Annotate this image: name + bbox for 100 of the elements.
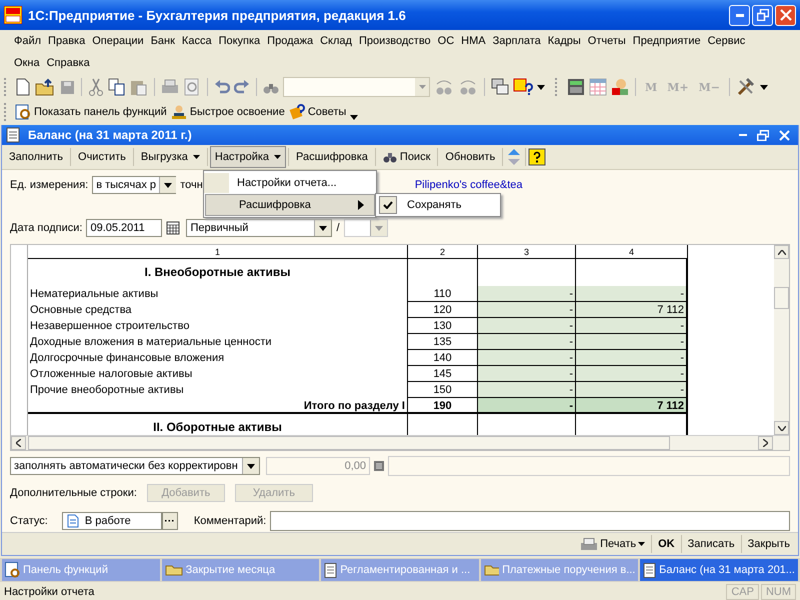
close-icon[interactable] <box>779 130 790 140</box>
footer-button[interactable]: OK <box>654 534 679 554</box>
text-field[interactable] <box>388 456 790 476</box>
caret-icon <box>418 85 426 89</box>
quick-button[interactable]: Быстрое освоение <box>170 104 285 120</box>
column-header: 3 <box>478 245 576 259</box>
menu-item[interactable]: НМА <box>461 32 486 50</box>
new-file-icon[interactable] <box>15 78 31 96</box>
printer-icon[interactable] <box>161 78 179 96</box>
command-button[interactable]: Расшифровка <box>291 146 373 168</box>
open-folder-icon[interactable] <box>35 78 55 96</box>
command-button[interactable]: Обновить <box>440 146 500 168</box>
table-cell: Итого по разделу I <box>28 398 408 414</box>
caret-icon <box>638 542 646 546</box>
table-cell: Отложенные налоговые активы <box>28 366 408 382</box>
unit-select[interactable]: в тысячах р <box>92 176 176 194</box>
caret-icon[interactable] <box>350 114 358 120</box>
menu-option[interactable]: Расшифровка <box>205 194 375 216</box>
footer-button[interactable]: Закрыть <box>744 534 794 554</box>
comment-label: Комментарий: <box>194 515 266 527</box>
command-button[interactable]: Настройка <box>210 146 286 168</box>
menu-item[interactable]: Правка <box>48 32 86 50</box>
help-icon[interactable] <box>528 148 546 166</box>
fill-mode-select[interactable]: заполнять автоматически без корректировн <box>10 457 260 475</box>
table-cell: - <box>478 318 576 334</box>
caret-icon[interactable] <box>760 84 768 90</box>
command-button[interactable]: Очистить <box>73 146 131 168</box>
table-cell: Долгосрочные финансовые вложения <box>28 350 408 366</box>
table-cell: - <box>478 350 576 366</box>
menu-item[interactable]: Файл <box>14 32 42 50</box>
scroll-thumb[interactable] <box>774 287 789 309</box>
choose-button[interactable] <box>162 512 178 530</box>
command-button[interactable]: Выгрузка <box>136 146 205 168</box>
caret-icon[interactable] <box>537 84 545 90</box>
report-icon <box>6 127 22 143</box>
document-icon <box>324 562 338 578</box>
table-cell: - <box>478 334 576 350</box>
restore-button[interactable] <box>752 4 773 26</box>
close-button[interactable] <box>775 4 796 26</box>
unit-label: Ед. измерения: <box>10 179 88 191</box>
minimize-button[interactable] <box>729 4 750 26</box>
extra-rows-label: Дополнительные строки: <box>10 487 137 499</box>
quick-button[interactable]: Советы <box>288 104 346 120</box>
redo-icon[interactable] <box>234 78 250 96</box>
menu-item[interactable]: Окна <box>14 54 40 72</box>
command-button[interactable]: Заполнить <box>4 146 68 168</box>
table-cell: - <box>576 350 688 366</box>
caret-icon <box>374 226 383 230</box>
restore-icon[interactable] <box>757 130 769 140</box>
number-select[interactable] <box>344 219 388 237</box>
tools-icon[interactable] <box>736 78 756 96</box>
menu-item[interactable]: Производство <box>358 32 431 50</box>
key-indicator: CAP <box>726 584 759 600</box>
menu-item[interactable]: Справка <box>46 54 90 72</box>
status-text: Настройки отчета <box>4 586 96 598</box>
menu-item[interactable]: Операции <box>92 32 144 50</box>
organization-link[interactable]: Pilipenko's coffee&tea <box>414 179 523 191</box>
menu-item[interactable]: Отчеты <box>588 32 626 50</box>
comment-field[interactable] <box>270 511 790 531</box>
caret-icon <box>319 226 328 230</box>
menu-item[interactable]: Склад <box>320 32 352 50</box>
menu-item[interactable]: Банк <box>150 32 175 50</box>
windows-icon[interactable] <box>491 78 509 96</box>
preview-icon[interactable] <box>183 78 201 96</box>
undo-icon[interactable] <box>214 78 230 96</box>
restore-icon <box>756 9 768 21</box>
vertical-scrollbar[interactable] <box>774 245 789 435</box>
menu-item[interactable]: Зарплата <box>492 32 541 50</box>
table-cell: Прочие внеоборотные активы <box>28 382 408 398</box>
calendar-icon[interactable] <box>166 221 180 235</box>
table-cell: - <box>576 366 688 382</box>
taskbar-item[interactable]: Баланс (на 31 марта 201... <box>640 559 798 581</box>
menu-item[interactable]: ОС <box>438 32 454 50</box>
help-icon[interactable] <box>513 78 533 96</box>
menu-option[interactable]: Настройки отчета... <box>204 172 376 194</box>
footer-button[interactable]: Печать <box>576 534 650 554</box>
document-title: Баланс (на 31 марта 2011 г.) <box>28 128 193 142</box>
menu-item[interactable]: Предприятие <box>632 32 701 50</box>
menu-item[interactable]: Продажа <box>267 32 314 50</box>
column-header: 1 <box>28 245 408 259</box>
table-cell: - <box>576 382 688 398</box>
status-field[interactable]: В работе <box>62 512 162 530</box>
question-icon <box>288 104 305 120</box>
footer-button[interactable]: Записать <box>684 534 739 554</box>
menu-item[interactable]: Кадры <box>548 32 581 50</box>
column-header: 4 <box>576 245 688 259</box>
menu-item[interactable]: Сервис <box>708 32 746 50</box>
submenu-option[interactable]: Сохранять <box>376 194 500 216</box>
horizontal-scrollbar[interactable] <box>11 435 789 450</box>
report-kind-select[interactable]: Первичный <box>186 219 332 237</box>
key-indicator: NUM <box>760 584 796 600</box>
date-field[interactable]: 09.05.2011 <box>86 219 162 237</box>
menu-item[interactable]: Покупка <box>218 32 260 50</box>
copy-icon[interactable] <box>108 78 126 96</box>
status-label: Статус: <box>10 515 48 527</box>
person-icon <box>170 104 187 120</box>
quick-button[interactable]: Показать панель функций <box>15 104 167 120</box>
command-button[interactable]: Поиск <box>378 146 436 168</box>
menu-item[interactable]: Касса <box>182 32 212 50</box>
table-cell: - <box>478 382 576 398</box>
